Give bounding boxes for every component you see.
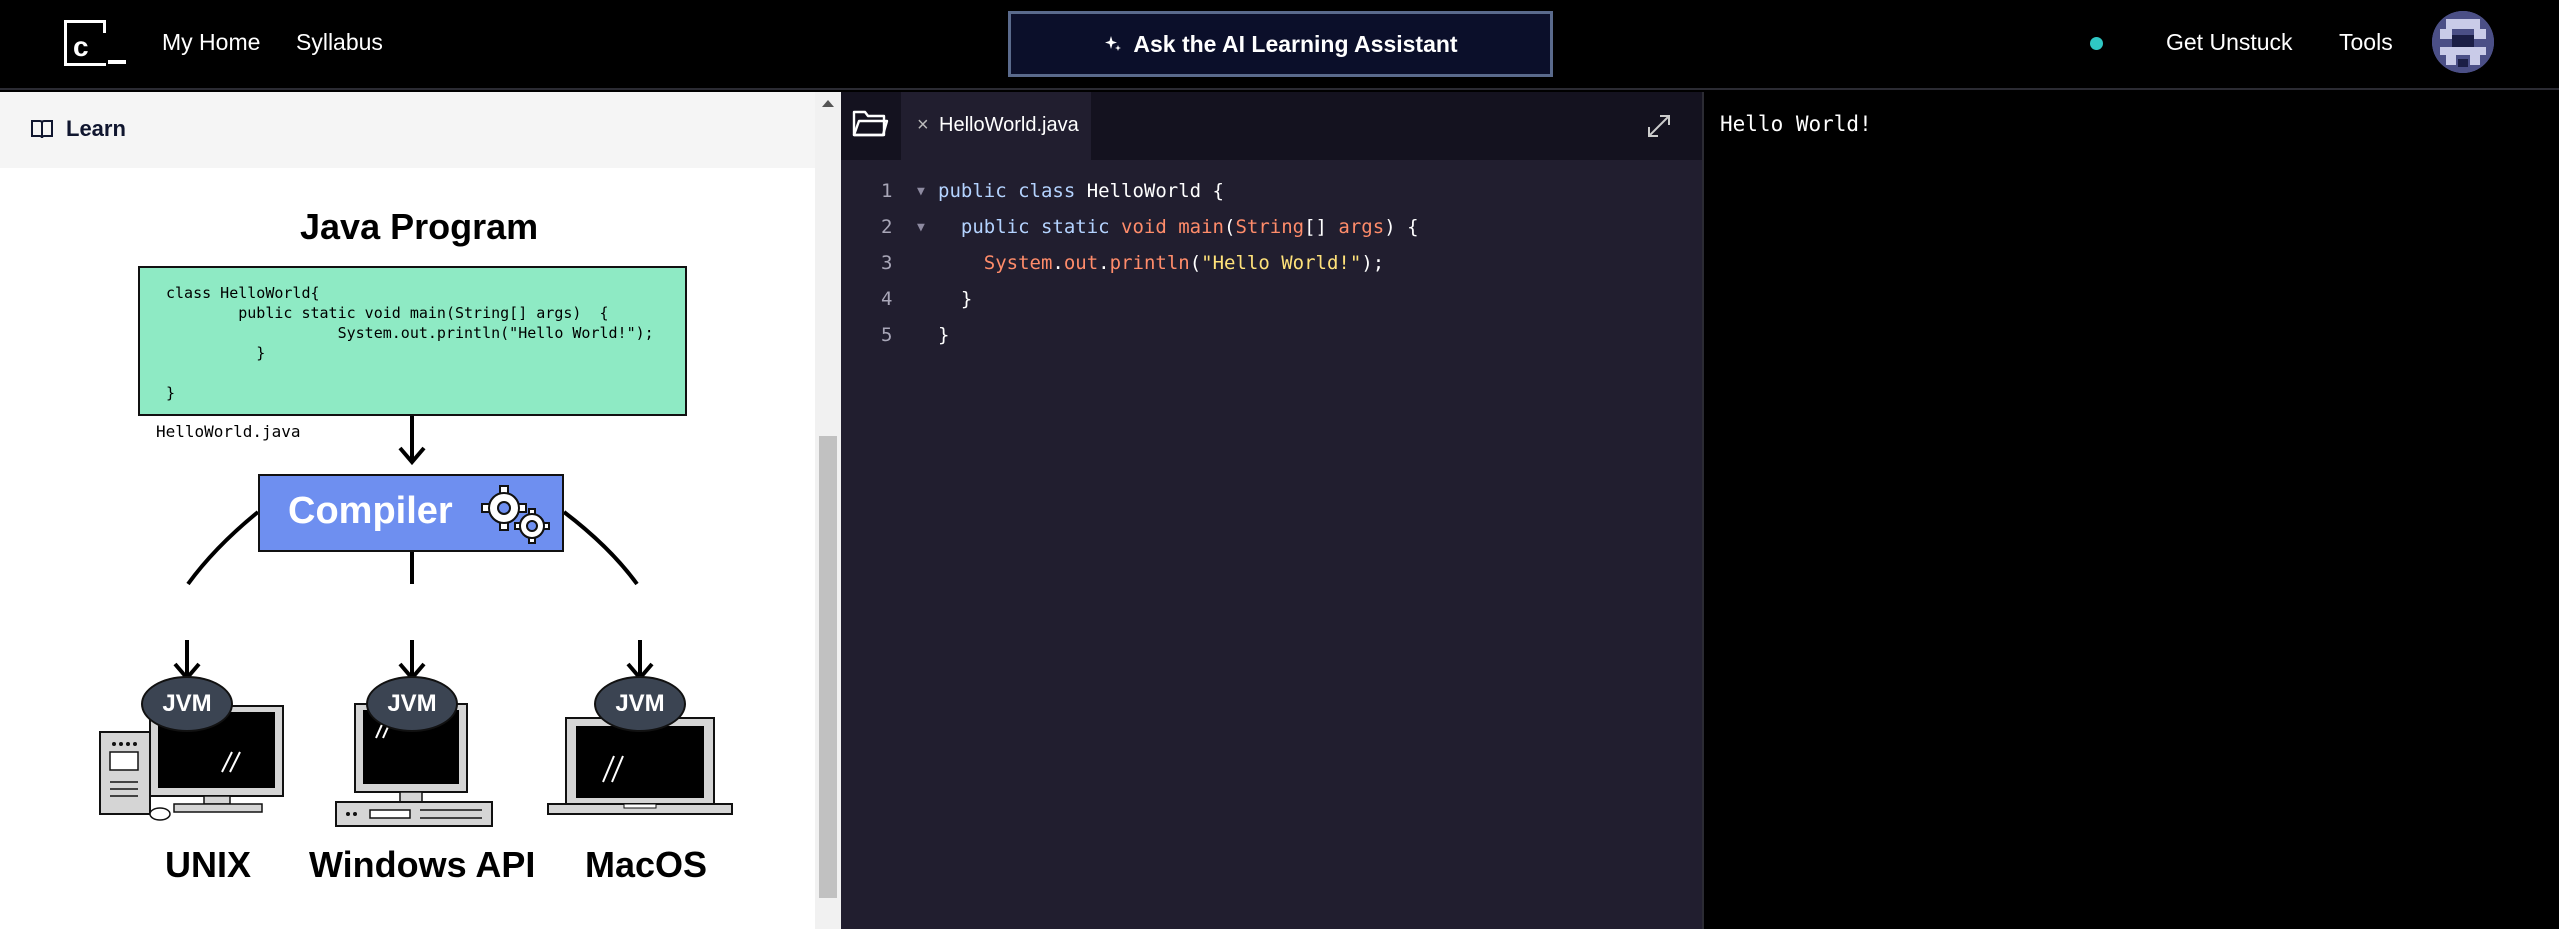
code-token: []	[1304, 216, 1339, 238]
nav-my-home[interactable]: My Home	[162, 29, 260, 56]
code-token: }	[938, 288, 973, 310]
scrollbar-thumb[interactable]	[819, 436, 837, 898]
code-token: public class	[938, 180, 1087, 202]
tab-helloworld-java[interactable]: × HelloWorld.java	[901, 92, 1091, 160]
jvm-node-windows: JVM	[366, 676, 458, 732]
gears-icon	[481, 485, 550, 544]
status-indicator	[2090, 37, 2103, 50]
line-number: 4	[881, 288, 893, 310]
fold-toggle-icon[interactable]: ▼	[917, 220, 925, 235]
code-token: HelloWorld {	[1086, 180, 1224, 202]
codecademy-logo[interactable]: c	[64, 20, 126, 68]
code-token: void	[1121, 216, 1179, 238]
code-line[interactable]: 2 ▼ public static void main(String[] args…	[841, 216, 1702, 252]
code-token: (	[1189, 252, 1202, 274]
line-number: 3	[881, 252, 893, 274]
code-token: System	[938, 252, 1053, 274]
sparkle-icon	[1105, 36, 1122, 51]
output-terminal: Hello World!	[1702, 92, 2559, 929]
code-line[interactable]: 3 System.out.println("Hello World!");	[841, 252, 1702, 288]
compiler-to-jvm-left	[186, 510, 260, 586]
os-label-unix: UNIX	[165, 844, 252, 885]
code-line[interactable]: 5}	[841, 324, 1702, 360]
code-editor: × HelloWorld.java 1 ▼ public class HelloWo…	[841, 92, 1702, 929]
code-line[interactable]: 4 }	[841, 288, 1702, 324]
code-text: public static void main(String[] args) {	[938, 216, 1419, 238]
code-token: "Hello World!"	[1201, 252, 1362, 274]
editor-tab-bar: × HelloWorld.java	[841, 92, 1702, 160]
logo-underscore	[108, 60, 126, 64]
code-token: }	[938, 324, 950, 346]
user-avatar[interactable]	[2432, 11, 2494, 73]
close-icon[interactable]: ×	[917, 114, 929, 137]
logo-letter: c	[73, 31, 89, 62]
os-label-macos: MacOS	[585, 844, 708, 885]
compiler-to-jvm-right	[562, 510, 639, 586]
code-text: System.out.println("Hello World!");	[938, 252, 1384, 274]
line-number: 1	[881, 180, 893, 202]
jvm-node-macos: JVM	[594, 676, 686, 732]
code-token: out	[1063, 252, 1099, 274]
learn-panel: Learn Java Program class HelloWorld{ pub…	[0, 92, 815, 929]
expand-icon[interactable]	[1645, 112, 1673, 140]
line-number: 5	[881, 324, 893, 346]
ai-assistant-label: Ask the AI Learning Assistant	[1133, 30, 1458, 57]
tab-filename: HelloWorld.java	[939, 114, 1079, 136]
code-token: public static	[938, 216, 1122, 238]
code-token: ) {	[1384, 216, 1419, 238]
code-token: .	[1052, 252, 1064, 274]
macos-laptop-icon	[547, 717, 733, 815]
code-token: String	[1235, 216, 1305, 238]
learn-scrollbar[interactable]	[815, 92, 841, 929]
code-token: args	[1338, 216, 1385, 238]
code-text: }	[938, 288, 972, 310]
code-line[interactable]: 1 ▼ public class HelloWorld {	[841, 180, 1702, 216]
jvm-node-unix: JVM	[141, 676, 233, 732]
code-token: main	[1178, 216, 1224, 238]
scroll-up-arrow-icon[interactable]	[822, 100, 834, 107]
code-token: );	[1361, 252, 1385, 274]
compiler-label: Compiler	[288, 490, 453, 532]
ai-assistant-button[interactable]: Ask the AI Learning Assistant	[1008, 11, 1553, 77]
code-text: }	[938, 324, 949, 346]
folder-icon[interactable]	[851, 106, 889, 140]
nav-tools[interactable]: Tools	[2339, 29, 2393, 56]
code-token: .	[1098, 252, 1110, 274]
nav-syllabus[interactable]: Syllabus	[296, 29, 383, 56]
code-token: (	[1224, 216, 1236, 238]
top-navigation-bar: c My Home Syllabus Ask the AI Learning A…	[0, 0, 2559, 90]
code-text: public class HelloWorld {	[938, 180, 1224, 202]
fold-toggle-icon[interactable]: ▼	[917, 184, 925, 199]
code-token: println	[1109, 252, 1190, 274]
compiler-box: Compiler	[258, 474, 564, 552]
output-text: Hello World!	[1720, 112, 1872, 136]
os-label-windows: Windows API	[309, 844, 536, 885]
nav-get-unstuck[interactable]: Get Unstuck	[2166, 29, 2293, 56]
line-number: 2	[881, 216, 893, 238]
avatar-pattern-icon	[2432, 11, 2494, 73]
